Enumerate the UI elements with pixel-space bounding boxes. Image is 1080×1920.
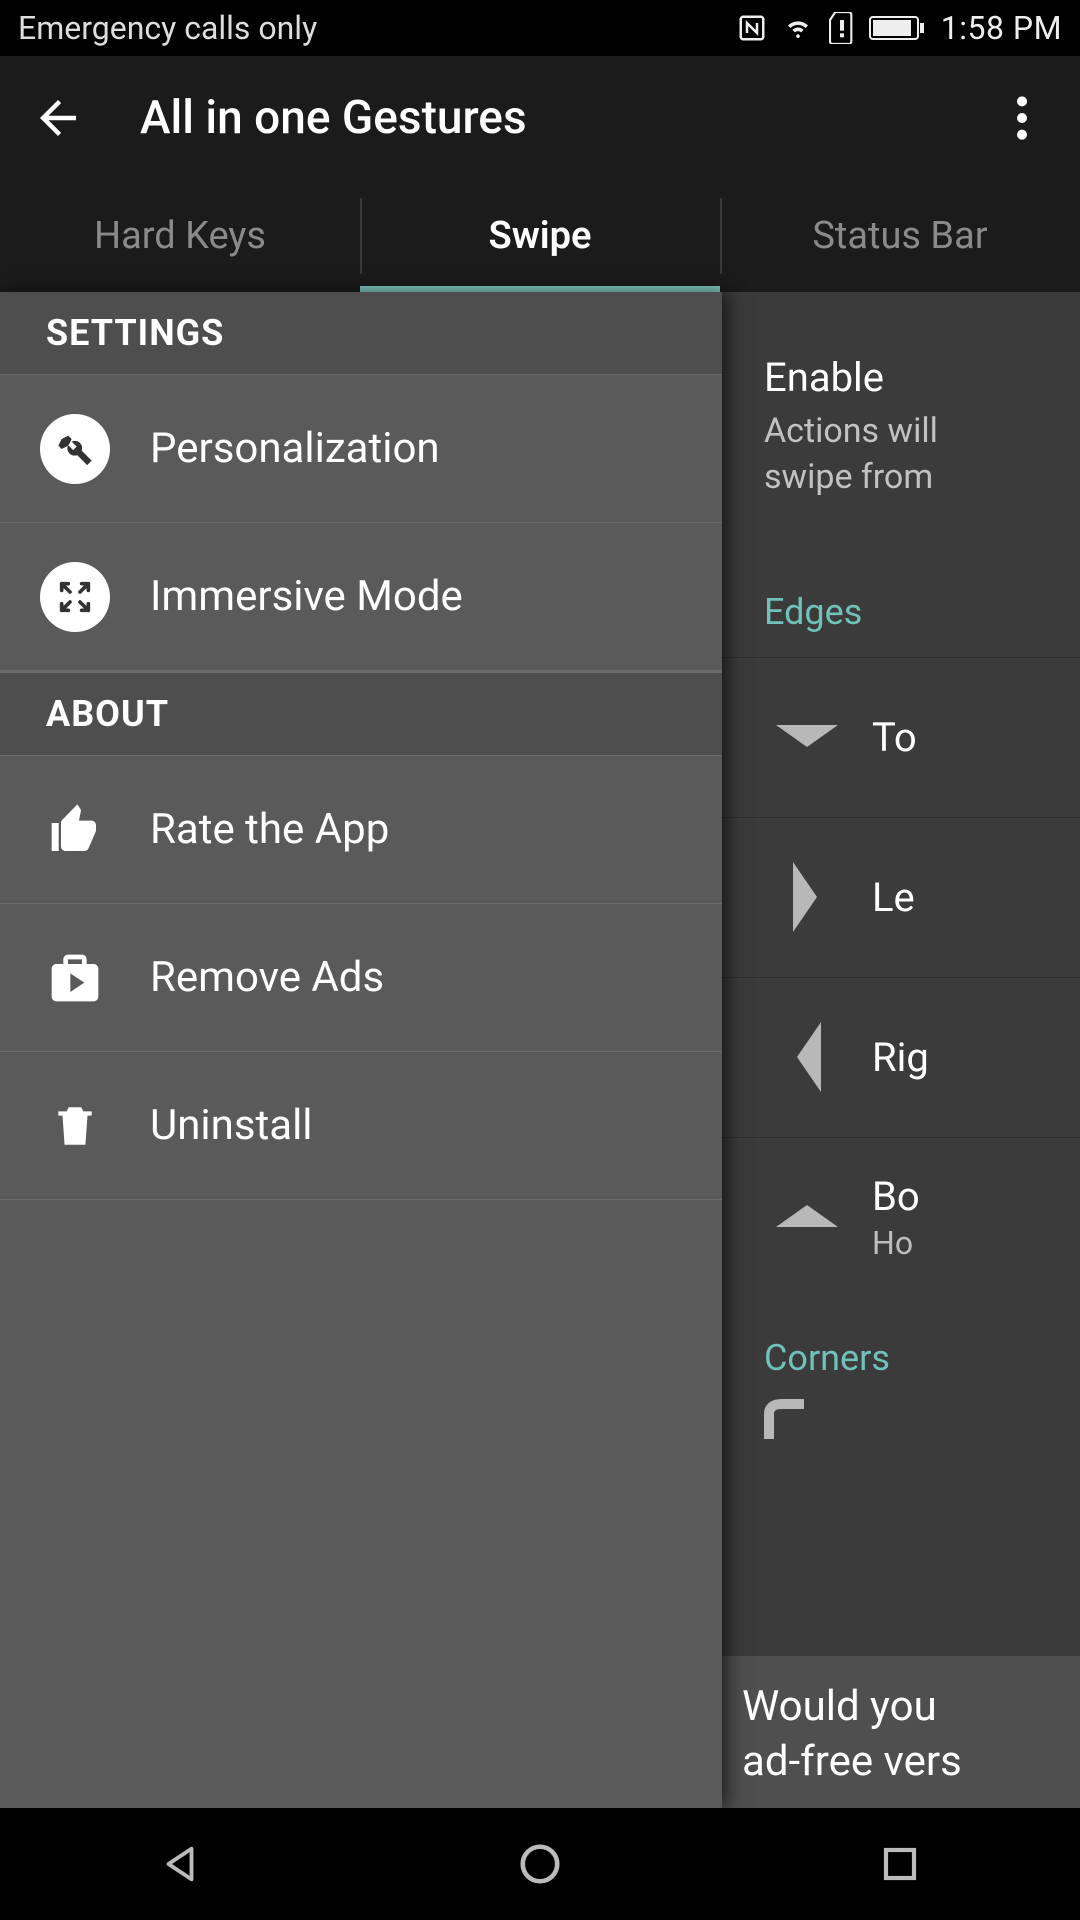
arrow-up-icon — [752, 1205, 862, 1229]
tab-bar: Hard Keys Swipe Status Bar — [0, 180, 1080, 292]
nav-home-button[interactable] — [470, 1829, 610, 1899]
nfc-icon — [737, 13, 767, 43]
trash-icon — [40, 1091, 110, 1161]
drawer-item-label: Remove Ads — [110, 953, 384, 1002]
swipe-page: Enable Actions will swipe from Edges To … — [722, 292, 1080, 1808]
drawer-item-label: Personalization — [110, 424, 440, 473]
shop-play-icon — [40, 943, 110, 1013]
tab-swipe[interactable]: Swipe — [360, 180, 720, 292]
corner-top-left-icon — [722, 1399, 1080, 1439]
adfree-banner[interactable]: Would you ad-free vers — [722, 1656, 1080, 1808]
sim-alert-icon — [829, 12, 855, 44]
edge-top-row[interactable]: To — [722, 657, 1080, 817]
drawer-item-label: Rate the App — [110, 805, 389, 854]
network-status: Emergency calls only — [18, 9, 317, 47]
edge-left-row[interactable]: Le — [722, 817, 1080, 977]
drawer-item-immersive[interactable]: Immersive Mode — [0, 523, 722, 671]
arrow-down-icon — [752, 725, 862, 749]
fullscreen-icon — [40, 562, 110, 632]
about-section-header: ABOUT — [0, 671, 722, 756]
edge-right-row[interactable]: Rig — [722, 977, 1080, 1137]
thumbs-up-icon — [40, 795, 110, 865]
drawer-item-uninstall[interactable]: Uninstall — [0, 1052, 722, 1200]
wrench-icon — [40, 414, 110, 484]
clock: 1:58 PM — [941, 9, 1062, 47]
status-bar: Emergency calls only 1:58 PM — [0, 0, 1080, 56]
tab-status-bar[interactable]: Status Bar — [720, 180, 1080, 292]
battery-icon — [869, 14, 927, 42]
nav-recent-button[interactable] — [830, 1829, 970, 1899]
drawer-item-rate[interactable]: Rate the App — [0, 756, 722, 904]
tab-hard-keys[interactable]: Hard Keys — [0, 180, 360, 292]
wifi-icon — [781, 13, 815, 43]
nav-back-button[interactable] — [110, 1829, 250, 1899]
system-nav-bar — [0, 1808, 1080, 1920]
enable-subtitle: Actions will swipe from — [722, 409, 1080, 501]
back-button[interactable] — [28, 88, 88, 148]
app-title: All in one Gestures — [140, 91, 527, 145]
drawer-item-personalization[interactable]: Personalization — [0, 375, 722, 523]
enable-title[interactable]: Enable — [722, 354, 1080, 401]
arrow-right-icon — [752, 862, 862, 932]
drawer-item-label: Uninstall — [110, 1101, 313, 1150]
app-bar: All in one Gestures — [0, 56, 1080, 180]
arrow-left-icon — [752, 1022, 862, 1092]
overflow-menu-button[interactable] — [992, 88, 1052, 148]
edge-bottom-row[interactable]: Bo Ho — [722, 1137, 1080, 1297]
drawer-item-remove-ads[interactable]: Remove Ads — [0, 904, 722, 1052]
settings-drawer: SETTINGS Personalization Immersive Mode … — [0, 292, 722, 1808]
settings-section-header: SETTINGS — [0, 292, 722, 375]
drawer-item-label: Immersive Mode — [110, 572, 463, 621]
edges-header: Edges — [722, 591, 1080, 633]
corners-header: Corners — [722, 1337, 1080, 1379]
